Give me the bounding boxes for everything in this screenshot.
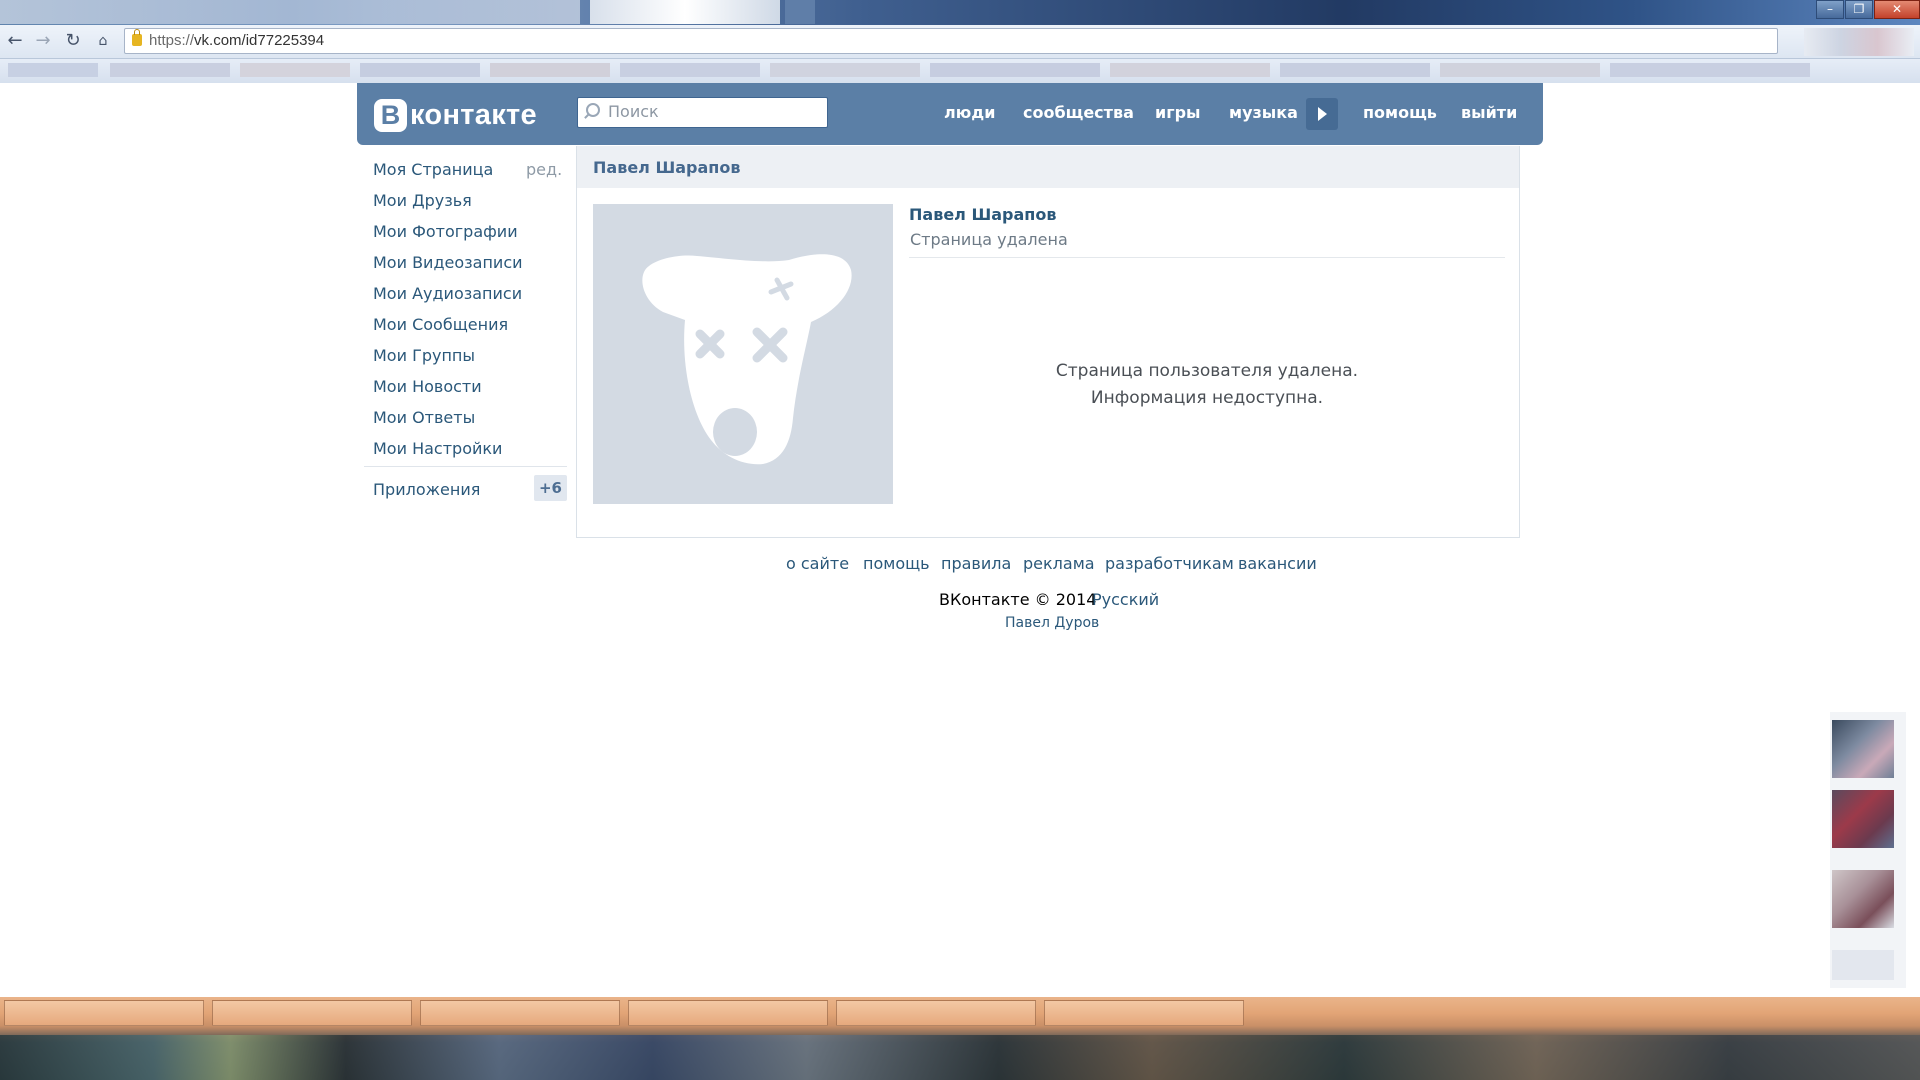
bookmark-item[interactable] <box>110 63 230 77</box>
taskbar-icons[interactable] <box>0 1035 1920 1080</box>
taskbar-button[interactable] <box>1044 1000 1244 1026</box>
bookmark-item[interactable] <box>770 63 920 77</box>
menu-friends[interactable]: Мои Друзья <box>373 191 472 210</box>
bookmark-item[interactable] <box>240 63 350 77</box>
footer-about[interactable]: о сайте <box>786 554 849 573</box>
deleted-message: Страница пользователя удалена. Информаци… <box>909 358 1505 412</box>
extension-icons[interactable] <box>1804 28 1914 56</box>
author-link[interactable]: Павел Дуров <box>1005 615 1099 631</box>
bookmark-item[interactable] <box>1280 63 1430 77</box>
lock-icon <box>132 29 142 46</box>
taskbar-button[interactable] <box>628 1000 828 1026</box>
footer-help[interactable]: помощь <box>863 554 930 573</box>
menu-messages[interactable]: Мои Сообщения <box>373 315 508 334</box>
taskbar-button[interactable] <box>420 1000 620 1026</box>
menu-groups[interactable]: Мои Группы <box>373 346 475 365</box>
footer-developers[interactable]: разработчикам <box>1105 554 1234 573</box>
footer-rules[interactable]: правила <box>941 554 1011 573</box>
friend-avatar[interactable] <box>1832 720 1894 778</box>
close-button[interactable]: ✕ <box>1874 0 1920 19</box>
vk-logo-mark: B <box>374 98 407 132</box>
forward-icon[interactable]: → <box>32 30 54 52</box>
minimize-button[interactable]: – <box>1816 0 1844 19</box>
browser-tab[interactable] <box>590 0 780 24</box>
reload-icon[interactable]: ↻ <box>62 30 84 52</box>
home-icon[interactable]: ⌂ <box>92 30 114 52</box>
footer-jobs[interactable]: вакансии <box>1238 554 1317 573</box>
address-bar[interactable]: https://vk.com/id77225394 <box>124 28 1778 54</box>
deleted-dog-icon <box>642 254 852 465</box>
page-title: Павел Шарапов <box>593 158 741 177</box>
menu-apps[interactable]: Приложения <box>373 480 480 499</box>
menu-divider <box>364 466 567 467</box>
taskbar-button[interactable] <box>4 1000 204 1026</box>
language-link[interactable]: Русский <box>1092 590 1159 609</box>
bookmark-item[interactable] <box>8 63 98 77</box>
taskbar-button[interactable] <box>212 1000 412 1026</box>
taskbar <box>0 997 1920 1080</box>
bookmark-item[interactable] <box>930 63 1100 77</box>
deleted-message-line1: Страница пользователя удалена. <box>1055 361 1359 381</box>
profile-header-bar: Павел Шарапов <box>577 146 1519 188</box>
browser-title-bar: – ❐ ✕ <box>0 0 1920 25</box>
nav-games[interactable]: игры <box>1155 103 1201 122</box>
bookmark-item[interactable] <box>620 63 760 77</box>
search-box[interactable] <box>577 97 828 128</box>
play-icon[interactable] <box>1306 98 1338 130</box>
apps-count-badge[interactable]: +6 <box>534 475 567 501</box>
nav-music[interactable]: музыка <box>1229 103 1298 122</box>
friend-avatar[interactable] <box>1832 790 1894 848</box>
menu-my-page[interactable]: Моя Страница <box>373 160 493 179</box>
menu-photos[interactable]: Мои Фотографии <box>373 222 518 241</box>
url-host-path: vk.com/id77225394 <box>194 32 325 49</box>
maximize-button[interactable]: ❐ <box>1845 0 1873 19</box>
nav-people[interactable]: люди <box>944 103 995 122</box>
taskbar-button[interactable] <box>836 1000 1036 1026</box>
url-text[interactable]: https://vk.com/id77225394 <box>149 32 324 49</box>
menu-audio[interactable]: Мои Аудиозаписи <box>373 284 522 303</box>
profile-status: Страница удалена <box>910 230 1068 249</box>
nav-logout[interactable]: выйти <box>1461 103 1517 122</box>
nav-communities[interactable]: сообщества <box>1023 103 1134 122</box>
deleted-message-line2: Информация недоступна. <box>1090 388 1324 408</box>
bookmark-item[interactable] <box>490 63 610 77</box>
vk-logo[interactable]: B контакте <box>374 98 537 132</box>
browser-toolbar: ← → ↻ ⌂ https://vk.com/id77225394 <box>0 25 1920 59</box>
avatar <box>593 204 893 504</box>
friend-avatar[interactable] <box>1832 950 1894 980</box>
back-icon[interactable]: ← <box>4 30 26 52</box>
search-input[interactable] <box>608 102 818 121</box>
browser-tab[interactable] <box>0 0 580 24</box>
copyright: ВКонтакте © 2014 <box>939 590 1097 609</box>
menu-news[interactable]: Мои Новости <box>373 377 482 396</box>
bookmark-item[interactable] <box>360 63 480 77</box>
vk-header: B контакте люди сообщества игры музыка п… <box>357 83 1543 145</box>
bookmark-item[interactable] <box>1440 63 1600 77</box>
window-controls: – ❐ ✕ <box>1815 0 1920 19</box>
profile-panel: Павел Шарапов Павел Шарапов Страница уда… <box>576 146 1520 538</box>
bookmark-item[interactable] <box>1610 63 1810 77</box>
menu-edit-link[interactable]: ред. <box>526 160 562 179</box>
url-scheme: https:// <box>149 32 195 49</box>
menu-videos[interactable]: Мои Видеозаписи <box>373 253 523 272</box>
footer-ads[interactable]: реклама <box>1023 554 1095 573</box>
browser-tab[interactable] <box>785 0 815 24</box>
profile-divider <box>909 257 1505 258</box>
bookmark-item[interactable] <box>1110 63 1270 77</box>
menu-settings[interactable]: Мои Настройки <box>373 439 502 458</box>
menu-answers[interactable]: Мои Ответы <box>373 408 475 427</box>
search-icon <box>586 103 600 117</box>
vk-logo-text: контакте <box>410 98 537 131</box>
bookmarks-bar <box>0 59 1920 83</box>
friend-avatar[interactable] <box>1832 870 1894 928</box>
profile-name[interactable]: Павел Шарапов <box>909 205 1056 224</box>
nav-help[interactable]: помощь <box>1363 103 1437 122</box>
